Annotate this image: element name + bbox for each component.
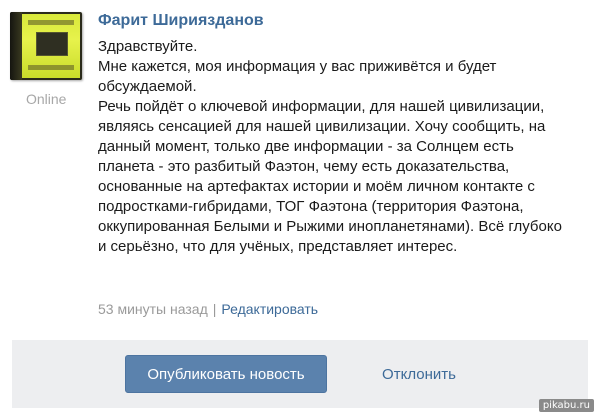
edit-link[interactable]: Редактировать	[221, 301, 318, 317]
author-name-link[interactable]: Фарит Шириязданов	[98, 12, 264, 30]
message-paragraph: Речь пойдёт о ключевой информации, для н…	[98, 98, 562, 255]
message-greeting: Здравствуйте.	[98, 38, 198, 55]
post-card: Online Фарит Шириязданов Здравствуйте. М…	[0, 0, 600, 340]
post-meta: 53 минуты назад | Редактировать	[98, 301, 318, 317]
meta-separator: |	[212, 301, 217, 317]
avatar[interactable]	[10, 12, 82, 80]
action-footer: Опубликовать новость Отклонить	[12, 340, 588, 408]
avatar-book-cover	[22, 14, 80, 78]
pikabu-watermark: pikabu.ru	[538, 399, 594, 412]
publish-news-button[interactable]: Опубликовать новость	[125, 355, 327, 393]
message-body: Здравствуйте. Мне кажется, моя информаци…	[98, 37, 568, 257]
message-paragraph: Мне кажется, моя информация у вас прижив…	[98, 58, 497, 95]
avatar-picture	[36, 32, 68, 56]
timestamp: 53 минуты назад	[98, 301, 208, 317]
avatar-band	[28, 65, 74, 70]
reject-button[interactable]: Отклонить	[359, 355, 479, 393]
avatar-band	[28, 20, 74, 25]
online-status: Online	[26, 91, 67, 107]
avatar-book-spine	[10, 12, 22, 80]
